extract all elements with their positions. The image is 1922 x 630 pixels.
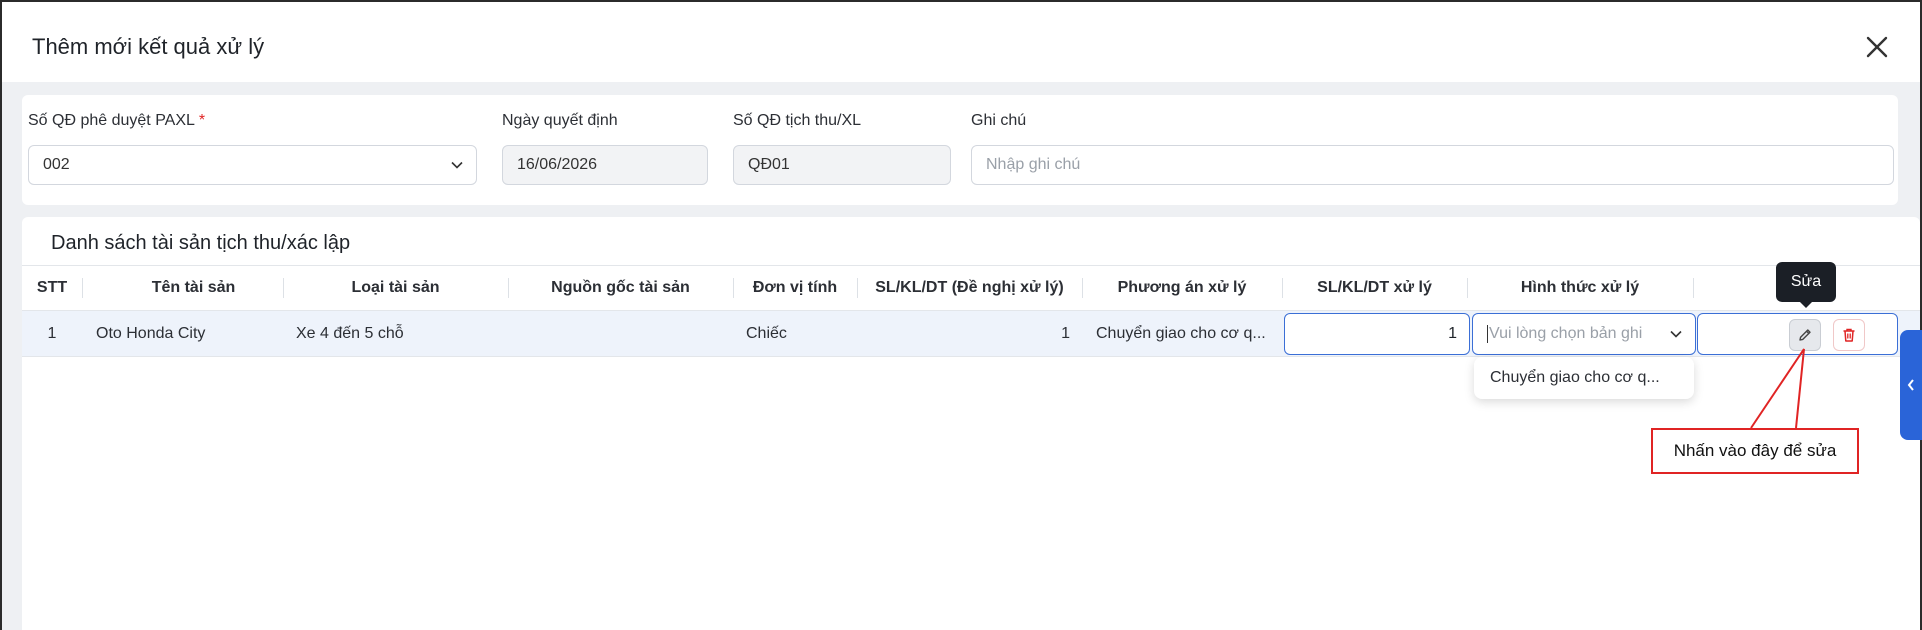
confiscation-decision-value: QĐ01 [748,156,790,173]
trash-icon [1843,328,1855,342]
text-cursor [1487,325,1488,343]
note-placeholder: Nhập ghi chú [986,156,1081,173]
row-name: Oto Honda City [96,325,206,342]
asset-list-title: Danh sách tài sản tịch thu/xác lập [51,232,351,254]
processed-qty-input[interactable]: 1 [1284,313,1470,355]
edit-button[interactable] [1789,319,1821,351]
row-proposed-qty: 1 [1061,325,1070,342]
method-dropdown-option[interactable]: Chuyển giao cho cơ q... [1474,357,1694,399]
modal-header: Thêm mới kết quả xử lý [2,2,1920,82]
col-plan: Phương án xử lý [1117,279,1247,296]
approval-decision-select[interactable]: 002 [28,145,477,185]
edit-tooltip: Sửa [1776,262,1836,308]
decision-date-field: 16/06/2026 [502,145,708,185]
callout-box: Nhấn vào đây để sửa [1651,428,1859,474]
delete-button[interactable] [1833,319,1865,351]
row-plan: Chuyển giao cho cơ q... [1096,325,1266,342]
required-mark: * [198,112,206,129]
close-icon[interactable] [1864,34,1890,60]
method-placeholder: Vui lòng chọn bản ghi [1489,325,1643,342]
row-unit: Chiếc [746,325,787,342]
note-label: Ghi chú [971,112,1027,129]
decision-date-value: 16/06/2026 [517,156,598,173]
chevron-left-icon [1907,379,1914,391]
col-proposed-qty: SL/KL/DT (Đề nghị xử lý) [875,279,1064,296]
row-stt: 1 [47,325,57,342]
table-header: STT Tên tài sản Loại tài sản Nguồn gốc t… [22,265,1920,311]
col-method: Hình thức xử lý [1520,279,1640,296]
side-panel-toggle[interactable] [1900,330,1922,440]
col-origin: Nguồn gốc tài sản [551,279,690,296]
col-processed-qty: SL/KL/DT xử lý [1317,279,1432,296]
approval-decision-value: 002 [43,156,70,173]
note-input[interactable]: Nhập ghi chú [971,145,1894,185]
col-name: Tên tài sản [151,279,236,296]
approval-decision-label-text: Số QĐ phê duyệt PAXL [28,112,195,129]
col-type: Loại tài sản [351,279,440,296]
col-stt: STT [36,279,68,296]
approval-decision-label: Số QĐ phê duyệt PAXL * [28,112,205,130]
col-unit: Đơn vị tính [752,279,838,296]
confiscation-decision-label: Số QĐ tịch thu/XL [733,112,862,129]
row-origin [522,311,722,357]
modal-title: Thêm mới kết quả xử lý [32,34,265,59]
confiscation-decision-field: QĐ01 [733,145,951,185]
pencil-icon [1799,329,1811,341]
processed-qty-value: 1 [1448,325,1457,342]
method-select[interactable]: Vui lòng chọn bản ghi [1472,313,1696,355]
row-type: Xe 4 đến 5 chỗ [296,325,404,342]
chevron-down-icon [451,161,463,169]
decision-date-label: Ngày quyết định [502,112,618,129]
chevron-down-icon [1670,330,1682,338]
